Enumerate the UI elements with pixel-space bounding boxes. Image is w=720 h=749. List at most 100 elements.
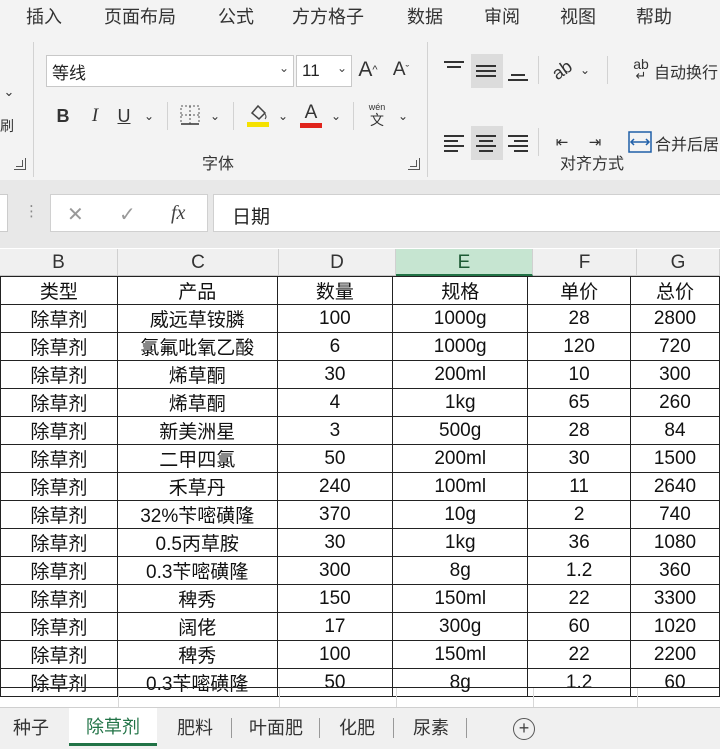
table-cell[interactable]: 60 (527, 612, 631, 641)
font-color-button[interactable]: A (298, 100, 324, 130)
column-header-d[interactable]: D (279, 249, 396, 276)
table-cell[interactable]: 100 (276, 304, 394, 333)
table-cell[interactable]: 150ml (392, 640, 529, 669)
table-cell[interactable]: 0.5丙草胺 (116, 528, 278, 557)
font-size-select[interactable]: 11 ⌄ (296, 55, 352, 87)
table-cell[interactable]: 1kg (392, 388, 529, 417)
table-cell[interactable]: 8g (392, 556, 529, 585)
underline-button[interactable]: U (113, 102, 135, 130)
format-painter-label[interactable]: 刷 (0, 116, 14, 136)
table-cell[interactable]: 1500 (629, 444, 720, 473)
table-cell[interactable]: 11 (527, 472, 631, 501)
table-cell[interactable]: 新美洲星 (116, 416, 278, 445)
table-cell[interactable]: 除草剂 (0, 556, 118, 585)
table-cell[interactable]: 84 (629, 416, 720, 445)
table-cell[interactable]: 烯草酮 (116, 360, 278, 389)
table-cell[interactable]: 200ml (392, 444, 529, 473)
table-cell[interactable]: 除草剂 (0, 612, 118, 641)
table-cell[interactable]: 除草剂 (0, 528, 118, 557)
column-header-c[interactable]: C (118, 249, 279, 276)
drag-handle-icon[interactable]: ⋮ (24, 202, 39, 220)
align-left-icon[interactable] (444, 132, 464, 155)
table-cell[interactable]: 除草剂 (0, 500, 118, 529)
table-cell[interactable]: 二甲四氯 (116, 444, 278, 473)
table-cell[interactable]: 除草剂 (0, 304, 118, 333)
table-cell[interactable]: 稗秀 (116, 584, 278, 613)
table-cell[interactable]: 1000g (392, 304, 529, 333)
enter-icon[interactable]: ✓ (119, 202, 136, 227)
sheet-tab-seeds[interactable]: 种子 (0, 708, 62, 746)
sheet-tab-herbicide[interactable]: 除草剂 (69, 708, 157, 746)
table-cell[interactable]: 10 (527, 360, 631, 389)
font-name-select[interactable]: 等线 ⌄ (46, 55, 294, 87)
header-cell[interactable]: 规格 (392, 276, 529, 305)
table-cell[interactable]: 除草剂 (0, 360, 118, 389)
table-cell[interactable]: 除草剂 (0, 640, 118, 669)
align-top-icon[interactable] (444, 58, 464, 76)
merge-center-button[interactable]: 合并后居 (655, 130, 720, 156)
table-cell[interactable]: 150ml (392, 584, 529, 613)
header-cell[interactable]: 单价 (527, 276, 631, 305)
header-cell[interactable]: 数量 (276, 276, 394, 305)
chevron-down-icon[interactable]: ⌄ (208, 104, 222, 128)
table-cell[interactable]: 稗秀 (116, 640, 278, 669)
table-cell[interactable]: 烯草酮 (116, 388, 278, 417)
empty-row[interactable] (0, 687, 720, 708)
header-cell[interactable]: 总价 (629, 276, 720, 305)
table-cell[interactable]: 除草剂 (0, 416, 118, 445)
table-cell[interactable]: 50 (276, 444, 394, 473)
table-cell[interactable]: 32%苄嘧磺隆 (116, 500, 278, 529)
table-cell[interactable]: 300 (629, 360, 720, 389)
add-sheet-button[interactable]: + (513, 718, 535, 740)
chevron-down-icon[interactable]: ⌄ (396, 104, 410, 128)
table-cell[interactable]: 300g (392, 612, 529, 641)
menu-data[interactable]: 数据 (407, 3, 443, 29)
table-cell[interactable]: 22 (527, 640, 631, 669)
name-box[interactable] (0, 194, 8, 232)
menu-view[interactable]: 视图 (560, 3, 596, 29)
table-cell[interactable]: 22 (527, 584, 631, 613)
phonetic-button[interactable]: wén 文 (364, 100, 390, 130)
menu-formulas[interactable]: 公式 (218, 3, 254, 29)
table-cell[interactable]: 禾草丹 (116, 472, 278, 501)
menu-page-layout[interactable]: 页面布局 (104, 3, 176, 29)
table-cell[interactable]: 4 (276, 388, 394, 417)
align-center-icon[interactable] (476, 132, 496, 155)
chevron-down-icon[interactable]: ⌄ (276, 104, 290, 128)
grow-font-button[interactable]: A ^ (356, 56, 380, 84)
sheet-tab-chemical-fertilizer[interactable]: 化肥 (324, 708, 390, 746)
table-cell[interactable]: 3300 (629, 584, 720, 613)
fill-color-icon[interactable] (245, 100, 271, 130)
chevron-down-icon[interactable]: ⌄ (329, 104, 343, 128)
table-cell[interactable]: 0.3苄嘧磺隆 (116, 556, 278, 585)
column-header-e[interactable]: E (396, 249, 533, 276)
chevron-down-icon[interactable]: ⌄ (578, 58, 592, 82)
table-cell[interactable]: 240 (276, 472, 394, 501)
table-cell[interactable]: 360 (629, 556, 720, 585)
chevron-down-icon[interactable]: ⌄ (142, 104, 156, 128)
table-cell[interactable]: 30 (276, 360, 394, 389)
table-cell[interactable]: 200ml (392, 360, 529, 389)
wrap-text-button[interactable]: 自动换行 (654, 58, 720, 84)
sheet-tab-urea[interactable]: 尿素 (398, 708, 464, 746)
table-cell[interactable]: 150 (276, 584, 394, 613)
merge-center-icon[interactable] (626, 128, 654, 156)
table-cell[interactable]: 300 (276, 556, 394, 585)
table-cell[interactable]: 100 (276, 640, 394, 669)
header-cell[interactable]: 类型 (0, 276, 118, 305)
column-header-g[interactable]: G (637, 249, 720, 276)
chevron-down-icon[interactable]: ⌄ (0, 82, 18, 102)
align-right-icon[interactable] (508, 132, 528, 155)
formula-input[interactable]: 日期 (213, 194, 720, 232)
table-cell[interactable]: 260 (629, 388, 720, 417)
table-cell[interactable]: 65 (527, 388, 631, 417)
menu-insert[interactable]: 插入 (26, 3, 62, 29)
table-cell[interactable]: 除草剂 (0, 472, 118, 501)
table-cell[interactable]: 1000g (392, 332, 529, 361)
table-cell[interactable]: 720 (629, 332, 720, 361)
table-cell[interactable]: 2800 (629, 304, 720, 333)
table-cell[interactable]: 阔佬 (116, 612, 278, 641)
table-cell[interactable]: 1kg (392, 528, 529, 557)
italic-button[interactable]: I (84, 102, 106, 130)
bold-button[interactable]: B (52, 102, 74, 130)
